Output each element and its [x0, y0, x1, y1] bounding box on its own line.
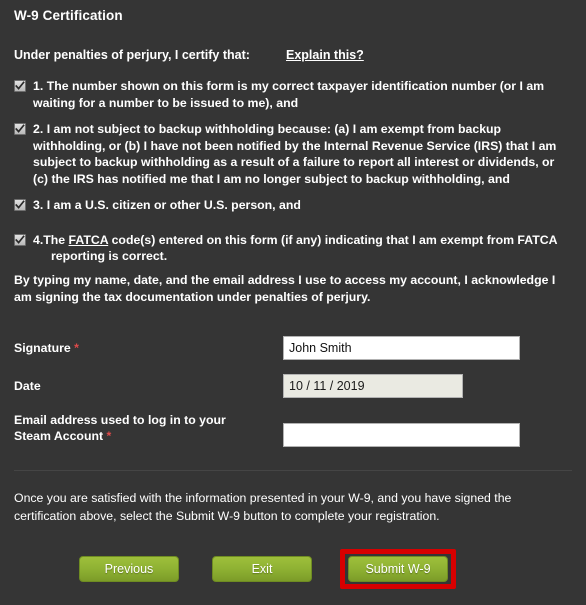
w9-certification-page: W-9 Certification Under penalties of per… — [0, 0, 586, 605]
required-asterisk: * — [106, 429, 112, 443]
certification-item-1: 1. The number shown on this form is my c… — [14, 78, 572, 111]
certification-number-4: 4. — [33, 232, 44, 247]
checkbox-icon[interactable] — [14, 80, 26, 92]
signature-row: Signature * — [0, 336, 586, 366]
email-row: Email address used to log in to your Ste… — [0, 412, 586, 454]
acknowledgement-text: By typing my name, date, and the email a… — [14, 273, 556, 304]
signature-form: Signature * Date Email address used to l… — [0, 336, 586, 454]
intro-row: Under penalties of perjury, I certify th… — [14, 48, 574, 62]
exit-button[interactable]: Exit — [212, 556, 312, 582]
date-label-text: Date — [14, 379, 41, 393]
signature-label: Signature * — [14, 340, 264, 356]
checkbox-icon[interactable] — [14, 123, 26, 135]
certification-body-2: I am not subject to backup withholding b… — [33, 122, 557, 186]
certification-text-4: 4.The FATCA code(s) entered on this form… — [33, 232, 572, 265]
certification-body-3: I am a U.S. citizen or other U.S. person… — [46, 198, 301, 212]
certification-text-2: 2. I am not subject to backup withholdin… — [33, 121, 572, 187]
action-button-row: Previous Exit Submit W-9 — [0, 556, 586, 590]
email-label: Email address used to log in to your Ste… — [14, 412, 264, 444]
date-input — [283, 374, 463, 398]
certification-text-1: 1. The number shown on this form is my c… — [33, 78, 572, 111]
page-title: W-9 Certification — [14, 8, 123, 23]
certification-body-4-before: The — [43, 232, 69, 247]
required-asterisk: * — [74, 341, 79, 355]
certification-body-1: The number shown on this form is my corr… — [33, 79, 545, 110]
fatca-link[interactable]: FATCA — [69, 233, 109, 247]
certification-item-3: 3. I am a U.S. citizen or other U.S. per… — [14, 197, 572, 214]
certification-number-3: 3. — [33, 198, 44, 212]
footer-instructions: Once you are satisfied with the informat… — [14, 491, 512, 523]
certification-number-2: 2. — [33, 122, 44, 136]
email-label-text: Email address used to log in to your Ste… — [14, 413, 226, 443]
checkbox-icon[interactable] — [14, 199, 26, 211]
intro-text: Under penalties of perjury, I certify th… — [14, 48, 250, 62]
previous-button[interactable]: Previous — [79, 556, 179, 582]
certification-item-2: 2. I am not subject to backup withholdin… — [14, 121, 572, 187]
certification-list: 1. The number shown on this form is my c… — [14, 78, 572, 275]
signature-label-text: Signature — [14, 341, 71, 355]
date-label: Date — [14, 378, 264, 394]
date-row: Date — [0, 374, 586, 404]
checkbox-icon[interactable] — [14, 233, 26, 246]
certification-text-3: 3. I am a U.S. citizen or other U.S. per… — [33, 197, 572, 214]
explain-this-link[interactable]: Explain this? — [286, 48, 364, 62]
email-input[interactable] — [283, 423, 520, 447]
certification-number-1: 1. — [33, 79, 44, 93]
certification-item-4: 4.The FATCA code(s) entered on this form… — [14, 232, 572, 265]
signature-input[interactable] — [283, 336, 520, 360]
submit-w9-button[interactable]: Submit W-9 — [348, 556, 448, 582]
certification-body-4-after: code(s) entered on this form (if any) in… — [51, 232, 558, 264]
section-divider — [14, 470, 572, 471]
